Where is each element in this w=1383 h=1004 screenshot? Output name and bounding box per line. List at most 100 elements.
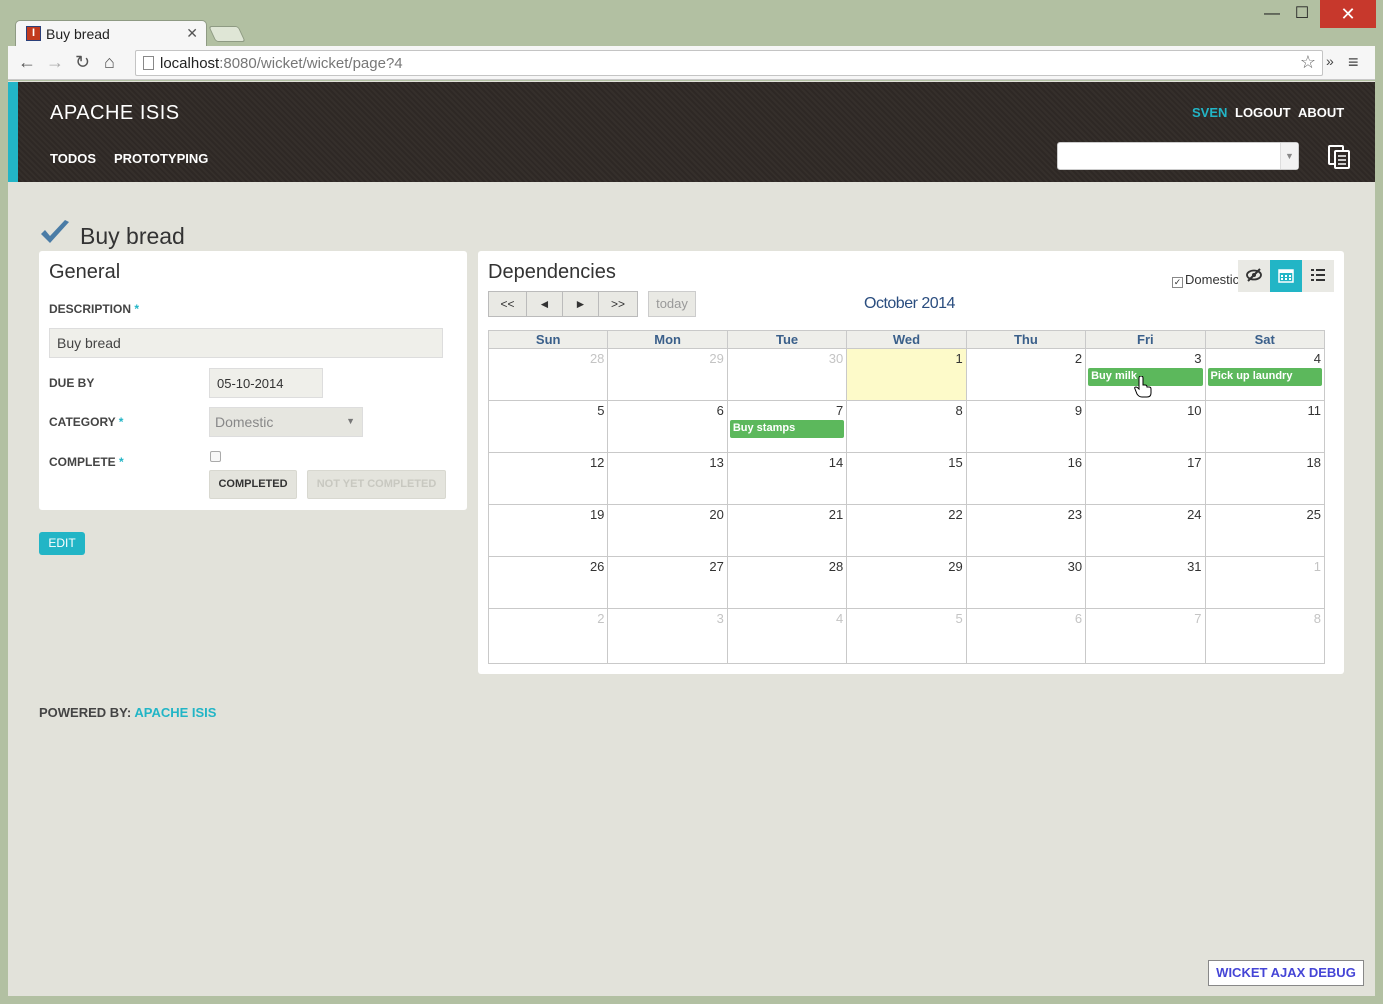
day-cell[interactable]: 3 (607, 608, 728, 664)
day-number: 1 (955, 351, 963, 366)
clipboard-icon[interactable] (1326, 144, 1352, 170)
day-cell[interactable]: 11 (1204, 400, 1326, 453)
brand-title[interactable]: APACHE ISIS (50, 102, 180, 125)
extensions-chevron-icon[interactable]: » (1326, 53, 1334, 69)
browser-menu-icon[interactable]: ≡ (1348, 52, 1359, 73)
day-number: 21 (828, 507, 844, 522)
wicket-ajax-debug-link[interactable]: WICKET AJAX DEBUG (1208, 960, 1364, 986)
day-number: 29 (948, 559, 963, 574)
due-by-field[interactable]: 05-10-2014 (209, 368, 323, 398)
day-cell[interactable]: 25 (1204, 504, 1326, 557)
day-cell[interactable]: 28 (726, 556, 848, 609)
about-link[interactable]: ABOUT (1298, 105, 1344, 120)
day-cell[interactable]: 10 (1085, 400, 1206, 453)
day-cell[interactable]: 18 (1204, 452, 1326, 505)
day-number: 5 (597, 403, 605, 418)
new-tab-button[interactable] (208, 26, 246, 42)
day-cell[interactable]: 15 (846, 452, 967, 505)
day-cell[interactable]: 27 (607, 556, 728, 609)
week-row: 2 3 4 5 6 7 8 (487, 608, 1326, 664)
day-cell[interactable]: 13 (607, 452, 728, 505)
address-bar[interactable]: localhost:8080/wicket/wicket/page?4 ☆ (135, 50, 1323, 76)
day-cell[interactable]: 26 (487, 556, 609, 609)
next-month-button[interactable]: ► (562, 291, 599, 317)
domestic-checkbox[interactable]: ✓ (1172, 277, 1183, 288)
day-cell[interactable]: 20 (607, 504, 728, 557)
day-cell[interactable]: 19 (487, 504, 609, 557)
general-heading: General (49, 261, 121, 283)
day-cell[interactable]: 2 (965, 348, 1087, 401)
day-cell[interactable]: 17 (1085, 452, 1206, 505)
day-cell[interactable]: 29 (607, 348, 728, 401)
day-cell[interactable]: 31 (1085, 556, 1206, 609)
day-cell[interactable]: 30 (726, 348, 848, 401)
day-cell[interactable]: 6 (965, 608, 1087, 664)
domestic-filter[interactable]: ✓ Domestic (1172, 272, 1239, 288)
home-icon[interactable]: ⌂ (104, 52, 115, 73)
day-cell[interactable]: 8 (1204, 608, 1326, 664)
calendar-grid: Sun Mon Tue Wed Thu Fri Sat 28 29 30 1 2… (487, 330, 1326, 664)
calendar-icon[interactable] (1270, 260, 1302, 292)
day-cell[interactable]: 4 Pick up laundry (1204, 348, 1326, 401)
day-cell[interactable]: 21 (726, 504, 848, 557)
day-cell[interactable]: 16 (965, 452, 1087, 505)
domestic-filter-label: Domestic (1185, 272, 1240, 287)
edit-button[interactable]: EDIT (39, 532, 85, 555)
browser-tab[interactable]: I Buy bread ✕ (15, 20, 207, 46)
day-cell[interactable]: 23 (965, 504, 1087, 557)
prev-year-button[interactable]: << (488, 291, 527, 317)
calendar-event[interactable]: Pick up laundry (1207, 368, 1322, 386)
not-yet-completed-button[interactable]: NOT YET COMPLETED (307, 470, 446, 499)
menu-prototyping[interactable]: PROTOTYPING (114, 151, 208, 166)
day-cell[interactable]: 14 (726, 452, 848, 505)
day-cell[interactable]: 29 (846, 556, 967, 609)
bookmark-star-icon[interactable]: ☆ (1300, 52, 1316, 73)
prev-month-button[interactable]: ◄ (526, 291, 563, 317)
day-cell[interactable]: 28 (487, 348, 609, 401)
maximize-icon[interactable]: ☐ (1280, 0, 1324, 28)
complete-label-text: COMPLETE (49, 455, 116, 469)
hide-icon[interactable] (1238, 260, 1270, 292)
completed-button[interactable]: COMPLETED (209, 470, 297, 499)
day-cell[interactable]: 2 (487, 608, 609, 664)
calendar-event[interactable]: Buy stamps (729, 420, 845, 438)
day-cell[interactable]: 12 (487, 452, 609, 505)
day-cell[interactable]: 8 (846, 400, 967, 453)
day-cell[interactable]: 5 (487, 400, 609, 453)
chevron-down-icon[interactable]: ▼ (1280, 143, 1298, 169)
back-icon[interactable]: ← (18, 52, 36, 73)
search-select[interactable]: ▼ (1057, 142, 1299, 170)
menu-todos[interactable]: TODOS (50, 151, 96, 166)
apache-isis-link[interactable]: APACHE ISIS (134, 705, 216, 720)
day-number: 2 (597, 611, 605, 626)
day-cell[interactable]: 24 (1085, 504, 1206, 557)
weekday-header: Thu (965, 330, 1087, 349)
day-number: 11 (1307, 403, 1322, 418)
reload-icon[interactable]: ↻ (75, 52, 90, 73)
day-cell[interactable]: 9 (965, 400, 1087, 453)
next-year-button[interactable]: >> (598, 291, 638, 317)
day-number: 27 (709, 559, 724, 574)
close-window-icon[interactable]: ✕ (1320, 0, 1376, 28)
complete-checkbox[interactable] (210, 451, 221, 462)
dependencies-panel: Dependencies ✓ Domestic << ◄ ► >> today O… (478, 251, 1344, 674)
day-cell-today[interactable]: 1 (846, 348, 967, 401)
day-cell[interactable]: 7 Buy stamps (726, 400, 848, 453)
today-button[interactable]: today (648, 291, 696, 317)
day-cell[interactable]: 5 (846, 608, 967, 664)
forward-icon[interactable]: → (46, 52, 64, 73)
day-cell[interactable]: 4 (726, 608, 848, 664)
logout-link[interactable]: LOGOUT (1235, 105, 1291, 120)
list-icon[interactable] (1302, 260, 1334, 292)
day-cell[interactable]: 6 (607, 400, 728, 453)
tab-close-icon[interactable]: ✕ (186, 25, 198, 42)
category-select[interactable]: Domestic ▼ (209, 407, 363, 437)
day-cell[interactable]: 3 Buy milk (1085, 348, 1206, 401)
day-cell[interactable]: 7 (1085, 608, 1206, 664)
day-cell[interactable]: 1 (1204, 556, 1326, 609)
user-link[interactable]: SVEN (1192, 105, 1227, 120)
description-field[interactable]: Buy bread (49, 328, 443, 358)
day-number: 7 (1194, 611, 1202, 626)
day-cell[interactable]: 30 (965, 556, 1087, 609)
day-cell[interactable]: 22 (846, 504, 967, 557)
